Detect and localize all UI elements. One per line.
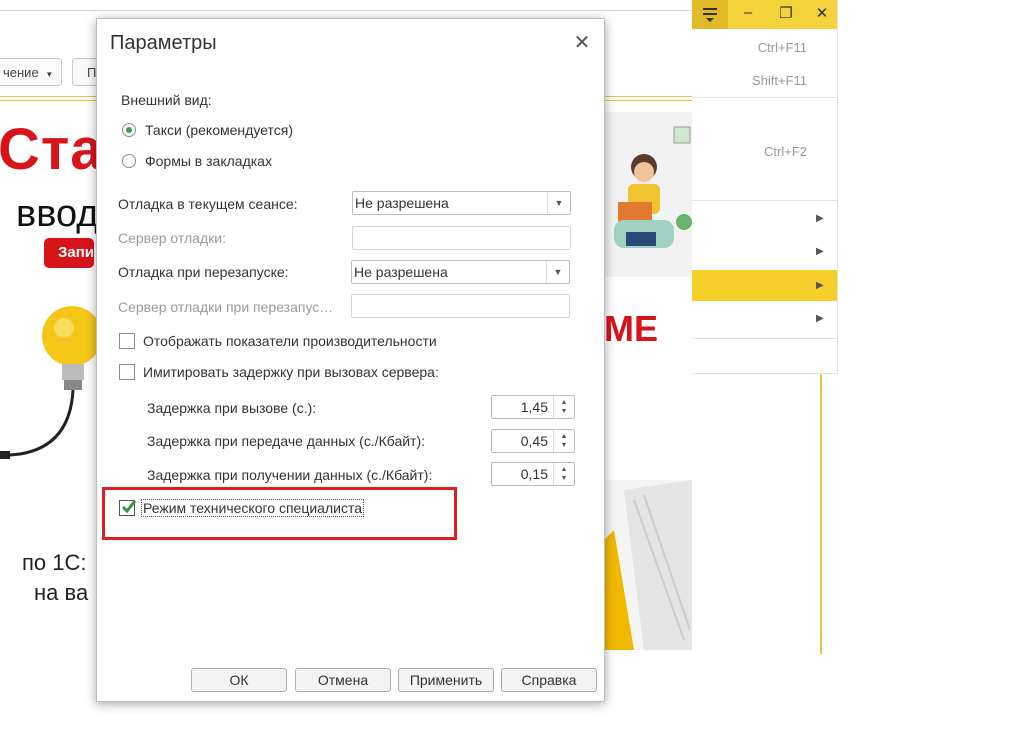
simulate-delay-checkbox[interactable] — [119, 364, 135, 380]
debug-current-value: Не разрешена — [355, 195, 449, 211]
debug-server-label: Сервер отладки: — [118, 230, 226, 246]
menu-bottom-border — [692, 373, 838, 374]
spin-buttons[interactable]: ▲ ▼ — [553, 430, 574, 452]
toolbar-button[interactable]: чение ▼ — [0, 58, 62, 86]
radio-tabs-label[interactable]: Формы в закладках — [145, 153, 272, 169]
annotation-highlight-box — [102, 487, 457, 540]
debug-restart-server-label: Сервер отладки при перезапус… — [118, 299, 334, 315]
minimize-icon[interactable]: – — [738, 4, 758, 21]
submenu-arrow-icon: ▶ — [816, 246, 824, 257]
debug-restart-select[interactable]: Не разрешена ▼ — [351, 260, 570, 284]
spin-up-icon[interactable]: ▲ — [554, 433, 574, 441]
debug-server-input[interactable] — [352, 226, 571, 250]
debug-restart-value: Не разрешена — [354, 264, 448, 280]
toolbar-button-2-label: П — [87, 65, 97, 80]
promo-text-line1: по 1С: — [22, 550, 87, 575]
spin-down-icon[interactable]: ▼ — [554, 442, 574, 450]
banner-subheading: ввод — [16, 193, 99, 235]
show-perf-checkbox[interactable] — [119, 333, 135, 349]
yellow-vertical-line — [820, 374, 822, 654]
menu-item-shortcut[interactable]: Shift+F11 — [687, 73, 807, 88]
radio-taxi[interactable] — [122, 123, 136, 137]
simulate-delay-label[interactable]: Имитировать задержку при вызовах сервера… — [143, 364, 439, 380]
spin-up-icon[interactable]: ▲ — [554, 466, 574, 474]
banner-cta-button[interactable]: Запи — [44, 238, 94, 268]
debug-restart-server-input[interactable] — [351, 294, 570, 318]
menu-item-shortcut[interactable]: Ctrl+F11 — [687, 40, 807, 55]
spin-down-icon[interactable]: ▼ — [554, 408, 574, 416]
delay-recv-value: 0,15 — [520, 466, 548, 482]
appearance-label: Внешний вид: — [121, 92, 212, 108]
help-button[interactable]: Справка — [501, 668, 597, 692]
menu-separator — [692, 200, 838, 201]
cancel-button[interactable]: Отмена — [295, 668, 391, 692]
delay-send-label: Задержка при передаче данных (с./Кбайт): — [147, 433, 426, 449]
banner2-heading: МЕ — [604, 308, 658, 349]
chevron-down-icon[interactable]: ▼ — [547, 192, 570, 214]
close-window-icon[interactable]: ✕ — [812, 4, 832, 22]
menu-separator — [692, 97, 838, 98]
promo-text-line2: на ва — [34, 580, 89, 605]
delay-call-stepper[interactable]: 1,45 ▲ ▼ — [491, 395, 575, 419]
main-menu-button[interactable] — [692, 0, 728, 29]
debug-current-label: Отладка в текущем сеансе: — [118, 196, 298, 212]
app-top-border — [0, 10, 692, 11]
delay-send-stepper[interactable]: 0,45 ▲ ▼ — [491, 429, 575, 453]
submenu-arrow-icon: ▶ — [816, 213, 824, 224]
menu-item-shortcut[interactable]: Ctrl+F2 — [687, 144, 807, 159]
apply-button[interactable]: Применить — [398, 668, 494, 692]
delay-call-value: 1,45 — [520, 399, 548, 415]
hamburger-icon — [703, 8, 717, 22]
radio-taxi-label[interactable]: Такси (рекомендуется) — [145, 122, 293, 138]
parameters-dialog — [96, 18, 605, 702]
delay-recv-label: Задержка при получении данных (с./Кбайт)… — [147, 467, 433, 483]
spin-up-icon[interactable]: ▲ — [554, 399, 574, 407]
debug-current-select[interactable]: Не разрешена ▼ — [352, 191, 571, 215]
ok-button[interactable]: ОК — [191, 668, 287, 692]
debug-restart-label: Отладка при перезапуске: — [118, 264, 289, 280]
spin-down-icon[interactable]: ▼ — [554, 475, 574, 483]
chevron-down-icon: ▼ — [45, 70, 54, 79]
submenu-arrow-icon: ▶ — [816, 280, 824, 291]
menu-right-border — [837, 0, 838, 374]
close-icon[interactable]: ✕ — [571, 32, 593, 54]
lightbulb-image — [0, 296, 102, 466]
restore-icon[interactable]: ❐ — [776, 4, 796, 22]
show-perf-label[interactable]: Отображать показатели производительности — [143, 333, 437, 349]
spin-buttons[interactable]: ▲ ▼ — [553, 396, 574, 418]
radio-tabs[interactable] — [122, 154, 136, 168]
menu-separator — [692, 338, 838, 339]
delay-call-label: Задержка при вызове (с.): — [147, 400, 317, 416]
toolbar-button-label: чение — [3, 65, 39, 80]
book-image — [604, 480, 692, 650]
delay-send-value: 0,45 — [520, 433, 548, 449]
spin-buttons[interactable]: ▲ ▼ — [553, 463, 574, 485]
banner-illustration — [604, 112, 692, 277]
dialog-title: Параметры — [110, 32, 217, 54]
submenu-arrow-icon: ▶ — [816, 313, 824, 324]
chevron-down-icon[interactable]: ▼ — [546, 261, 569, 283]
delay-recv-stepper[interactable]: 0,15 ▲ ▼ — [491, 462, 575, 486]
